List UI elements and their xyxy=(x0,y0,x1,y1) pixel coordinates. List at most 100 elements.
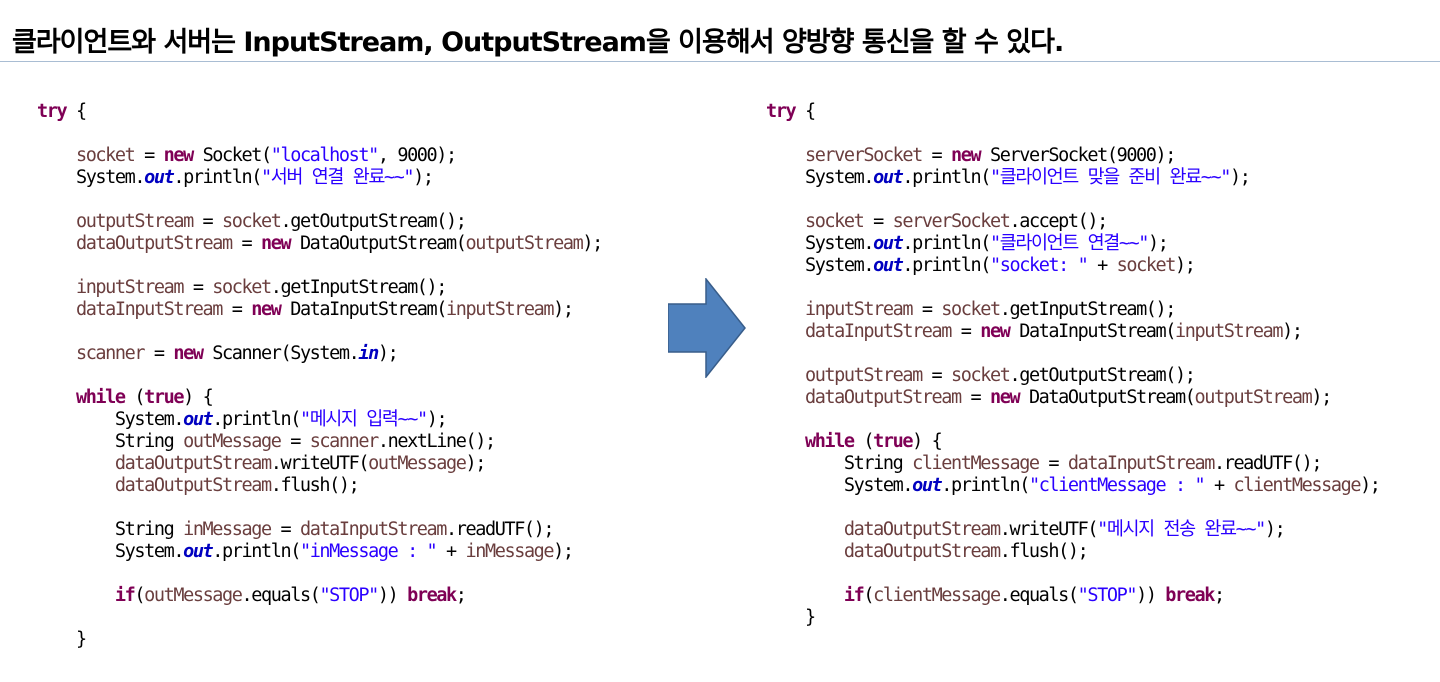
code-text: = xyxy=(960,387,990,408)
code-line: socket = new Socket("localhost", 9000); xyxy=(37,145,457,166)
code-string: "STOP" xyxy=(319,585,379,606)
code-text: ServerSocket(9000); xyxy=(980,145,1176,166)
code-string: "메시지 입력~~" xyxy=(299,409,428,430)
code-static-field: out xyxy=(873,255,904,276)
code-variable: outputStream xyxy=(75,211,194,232)
title-divider xyxy=(0,61,1440,62)
code-text: ); xyxy=(426,409,448,430)
code-line: try { xyxy=(37,101,87,122)
code-text: { xyxy=(795,101,816,122)
code-line: String clientMessage = dataInputStream.r… xyxy=(766,453,1323,474)
code-text: = xyxy=(921,365,952,386)
code-variable: dataOutputStream xyxy=(114,453,272,474)
code-variable: clientMessage xyxy=(912,453,1040,474)
code-keyword: break xyxy=(1165,585,1215,606)
code-line: dataOutputStream = new DataOutputStream(… xyxy=(766,387,1332,408)
code-string: "clientMessage : " xyxy=(1028,475,1206,496)
code-line: socket = serverSocket.accept(); xyxy=(766,211,1108,232)
code-text: .equals( xyxy=(241,585,321,606)
code-variable: socket xyxy=(804,211,865,232)
code-line: System.out.println("메시지 입력~~"); xyxy=(37,409,448,430)
code-text: + xyxy=(436,541,466,562)
code-line: while (true) { xyxy=(37,387,214,408)
arrow-shape xyxy=(668,278,746,378)
code-text: ); xyxy=(377,343,399,364)
code-variable: dataOutputStream xyxy=(114,475,272,496)
code-line: outputStream = socket.getOutputStream(); xyxy=(766,365,1196,386)
code-text: .println( xyxy=(902,255,991,276)
code-keyword: while xyxy=(75,387,126,408)
code-variable: dataOutputStream xyxy=(843,541,1001,562)
code-variable: inputStream xyxy=(804,299,914,320)
code-text: ( xyxy=(853,431,874,452)
code-variable: dataOutputStream xyxy=(804,387,962,408)
code-line: System.out.println("clientMessage : " + … xyxy=(766,475,1381,496)
code-variable: serverSocket xyxy=(804,145,923,166)
code-line: System.out.println("클라이언트 연결~~"); xyxy=(766,233,1169,254)
code-text: .getInputStream(); xyxy=(999,299,1177,320)
code-text: ) { xyxy=(183,387,214,408)
code-static-field: out xyxy=(183,409,214,430)
code-text: System. xyxy=(766,167,875,188)
code-line: try { xyxy=(766,101,816,122)
code-text: .writeUTF( xyxy=(999,519,1099,540)
code-line: if(clientMessage.equals("STOP")) break; xyxy=(766,585,1225,606)
code-text: .getInputStream(); xyxy=(270,277,448,298)
code-static-field: out xyxy=(873,233,904,254)
code-text: DataInputStream( xyxy=(280,299,447,320)
code-text: )) xyxy=(1136,585,1166,606)
code-keyword: true xyxy=(873,431,913,452)
code-text: ); xyxy=(553,299,574,320)
code-text: } xyxy=(766,607,816,628)
code-text: = xyxy=(192,211,223,232)
code-string: "localhost" xyxy=(270,145,380,166)
code-text: ) { xyxy=(912,431,943,452)
code-text: ); xyxy=(1148,233,1169,254)
code-variable: scanner xyxy=(309,431,380,452)
code-line: inputStream = socket.getInputStream(); xyxy=(766,299,1177,320)
code-text: ( xyxy=(124,387,145,408)
code-variable: socket xyxy=(1116,255,1177,276)
code-text: = xyxy=(912,299,942,320)
code-text: System. xyxy=(766,255,875,276)
code-variable: serverSocket xyxy=(892,211,1011,232)
code-string: "클라이언트 연결~~" xyxy=(990,233,1149,254)
code-static-field: out xyxy=(144,167,175,188)
code-line: String outMessage = scanner.nextLine(); xyxy=(37,431,496,452)
code-variable: outMessage xyxy=(368,453,467,474)
code-variable: dataInputStream xyxy=(804,321,952,342)
code-string: "STOP" xyxy=(1077,585,1138,606)
code-static-field: in xyxy=(358,343,379,364)
code-text: ; xyxy=(455,585,467,606)
code-keyword: break xyxy=(407,585,457,606)
code-text: = xyxy=(863,211,893,232)
code-text: .println( xyxy=(902,233,991,254)
code-text: ); xyxy=(465,453,487,474)
code-line: scanner = new Scanner(System.in); xyxy=(37,343,399,364)
code-text: .println( xyxy=(173,167,262,188)
server-code-block: try { serverSocket = new ServerSocket(90… xyxy=(766,101,1381,629)
code-text: System. xyxy=(766,233,875,254)
code-static-field: out xyxy=(183,541,214,562)
code-text: .readUTF(); xyxy=(446,519,555,540)
code-variable: dataOutputStream xyxy=(843,519,1001,540)
code-text: , 9000); xyxy=(377,145,457,166)
code-variable: outMessage xyxy=(183,431,282,452)
code-line: dataOutputStream = new DataOutputStream(… xyxy=(37,233,603,254)
code-variable: outputStream xyxy=(804,365,923,386)
code-line: dataOutputStream.flush(); xyxy=(37,475,360,496)
code-string: "socket: " xyxy=(990,255,1089,276)
code-line: } xyxy=(766,607,816,628)
code-line: System.out.println("socket: " + socket); xyxy=(766,255,1196,276)
code-text: String xyxy=(766,453,913,474)
code-variable: inputStream xyxy=(1175,321,1284,342)
